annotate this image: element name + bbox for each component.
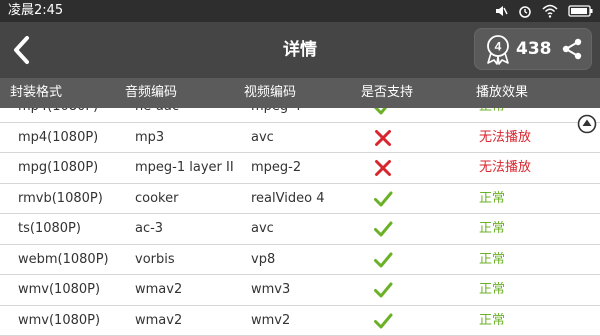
status-bar: 凌晨2:45 xyxy=(0,0,600,22)
column-header-video: 视频编码 xyxy=(244,85,297,100)
cell-video: vp8 xyxy=(251,251,276,267)
cell-effect: 无法播放 xyxy=(479,160,532,175)
checkmark-icon xyxy=(374,221,393,237)
cell-video: realVideo 4 xyxy=(251,190,325,206)
table-row[interactable]: mpg(1080P) mpeg-1 layer II mpeg-2 无法播放 xyxy=(0,153,600,184)
like-count: 438 xyxy=(516,39,552,59)
table-row[interactable]: ts(1080P) ac-3 avc 正常 xyxy=(0,214,600,245)
cell-format: mpg(1080P) xyxy=(18,160,99,175)
cell-video: avc xyxy=(251,221,274,236)
checkmark-icon xyxy=(374,108,388,115)
column-header-support: 是否支持 xyxy=(361,85,414,100)
cell-format: wmv(1080P) xyxy=(18,282,101,297)
alarm-icon xyxy=(518,3,532,19)
cross-icon xyxy=(375,160,391,176)
title-bar: 详情 4 438 xyxy=(0,22,600,78)
cell-audio: ac-3 xyxy=(135,221,164,236)
cell-audio: cooker xyxy=(135,190,179,206)
cell-video: wmv2 xyxy=(251,312,291,328)
scroll-top-icon[interactable] xyxy=(577,114,597,134)
status-time: 凌晨2:45 xyxy=(8,3,64,18)
wifi-icon xyxy=(542,3,558,19)
table-header: 封装格式 音频编码 视频编码 是否支持 播放效果 xyxy=(0,78,600,108)
cell-format: wmv(1080P) xyxy=(18,312,101,328)
cell-audio: mp3 xyxy=(135,129,165,145)
cell-format: rmvb(1080P) xyxy=(18,190,103,206)
cell-effect: 正常 xyxy=(479,251,506,267)
badge-number: 4 xyxy=(495,40,502,54)
cell-audio: mpeg-1 layer II xyxy=(135,160,234,175)
column-header-audio: 音频编码 xyxy=(125,85,178,100)
cell-effect: 正常 xyxy=(479,221,506,236)
back-button[interactable] xyxy=(6,32,40,68)
cell-format: ts(1080P) xyxy=(18,221,81,236)
cell-format: mp4(1080P) xyxy=(18,129,99,145)
checkmark-icon xyxy=(374,191,393,206)
cell-effect: 正常 xyxy=(479,190,506,206)
cell-audio: wmav2 xyxy=(135,282,183,297)
column-header-format: 封装格式 xyxy=(10,85,63,100)
header-actions: 4 438 xyxy=(474,28,592,70)
mute-icon xyxy=(494,3,508,19)
cell-video: wmv3 xyxy=(251,282,291,297)
app-screen: 凌晨2:45 详情 4 438 封装格式 音频编码 视频编码 是否支持 播放效果… xyxy=(0,0,600,336)
chevron-left-icon xyxy=(14,36,29,64)
cell-video: mpeg-4 xyxy=(251,108,301,115)
checkmark-icon xyxy=(374,282,393,298)
checkmark-icon xyxy=(374,252,393,267)
cell-effect: 正常 xyxy=(479,312,506,328)
cross-icon xyxy=(375,129,391,146)
cell-audio: vorbis xyxy=(135,251,175,267)
column-header-effect: 播放效果 xyxy=(476,85,529,100)
cell-effect: 正常 xyxy=(479,108,505,115)
checkmark-icon xyxy=(374,313,393,328)
cell-format: mp4(1080P) xyxy=(18,108,98,115)
cell-video: avc xyxy=(251,129,274,145)
cell-audio: he-aac xyxy=(135,108,179,115)
table-row[interactable]: mp4(1080P) mp3 avc 无法播放 xyxy=(0,123,600,153)
award-badge-icon[interactable]: 4 xyxy=(484,35,512,65)
share-icon[interactable] xyxy=(560,37,584,61)
table-row[interactable]: mp4(1080P) he-aac mpeg-4 正常 xyxy=(0,108,600,123)
cell-effect: 正常 xyxy=(479,282,506,297)
cell-audio: wmav2 xyxy=(135,312,183,328)
table-row[interactable]: wmv(1080P) wmav2 wmv3 正常 xyxy=(0,275,600,306)
cell-video: mpeg-2 xyxy=(251,160,302,175)
table-row[interactable]: webm(1080P) vorbis vp8 正常 xyxy=(0,245,600,275)
table-row[interactable]: rmvb(1080P) cooker realVideo 4 正常 xyxy=(0,184,600,214)
cell-effect: 无法播放 xyxy=(479,129,532,145)
status-icons xyxy=(494,3,594,19)
table-body[interactable]: mp4(1080P) he-aac mpeg-4 正常 mp4(1080P) mp3 avc… xyxy=(0,108,600,336)
table-row[interactable]: wmv(1080P) wmav2 wmv2 正常 xyxy=(0,306,600,336)
table-rows: mp4(1080P) he-aac mpeg-4 正常 mp4(1080P) mp3 avc… xyxy=(0,108,600,336)
cell-format: webm(1080P) xyxy=(18,251,109,267)
battery-icon xyxy=(568,3,594,19)
